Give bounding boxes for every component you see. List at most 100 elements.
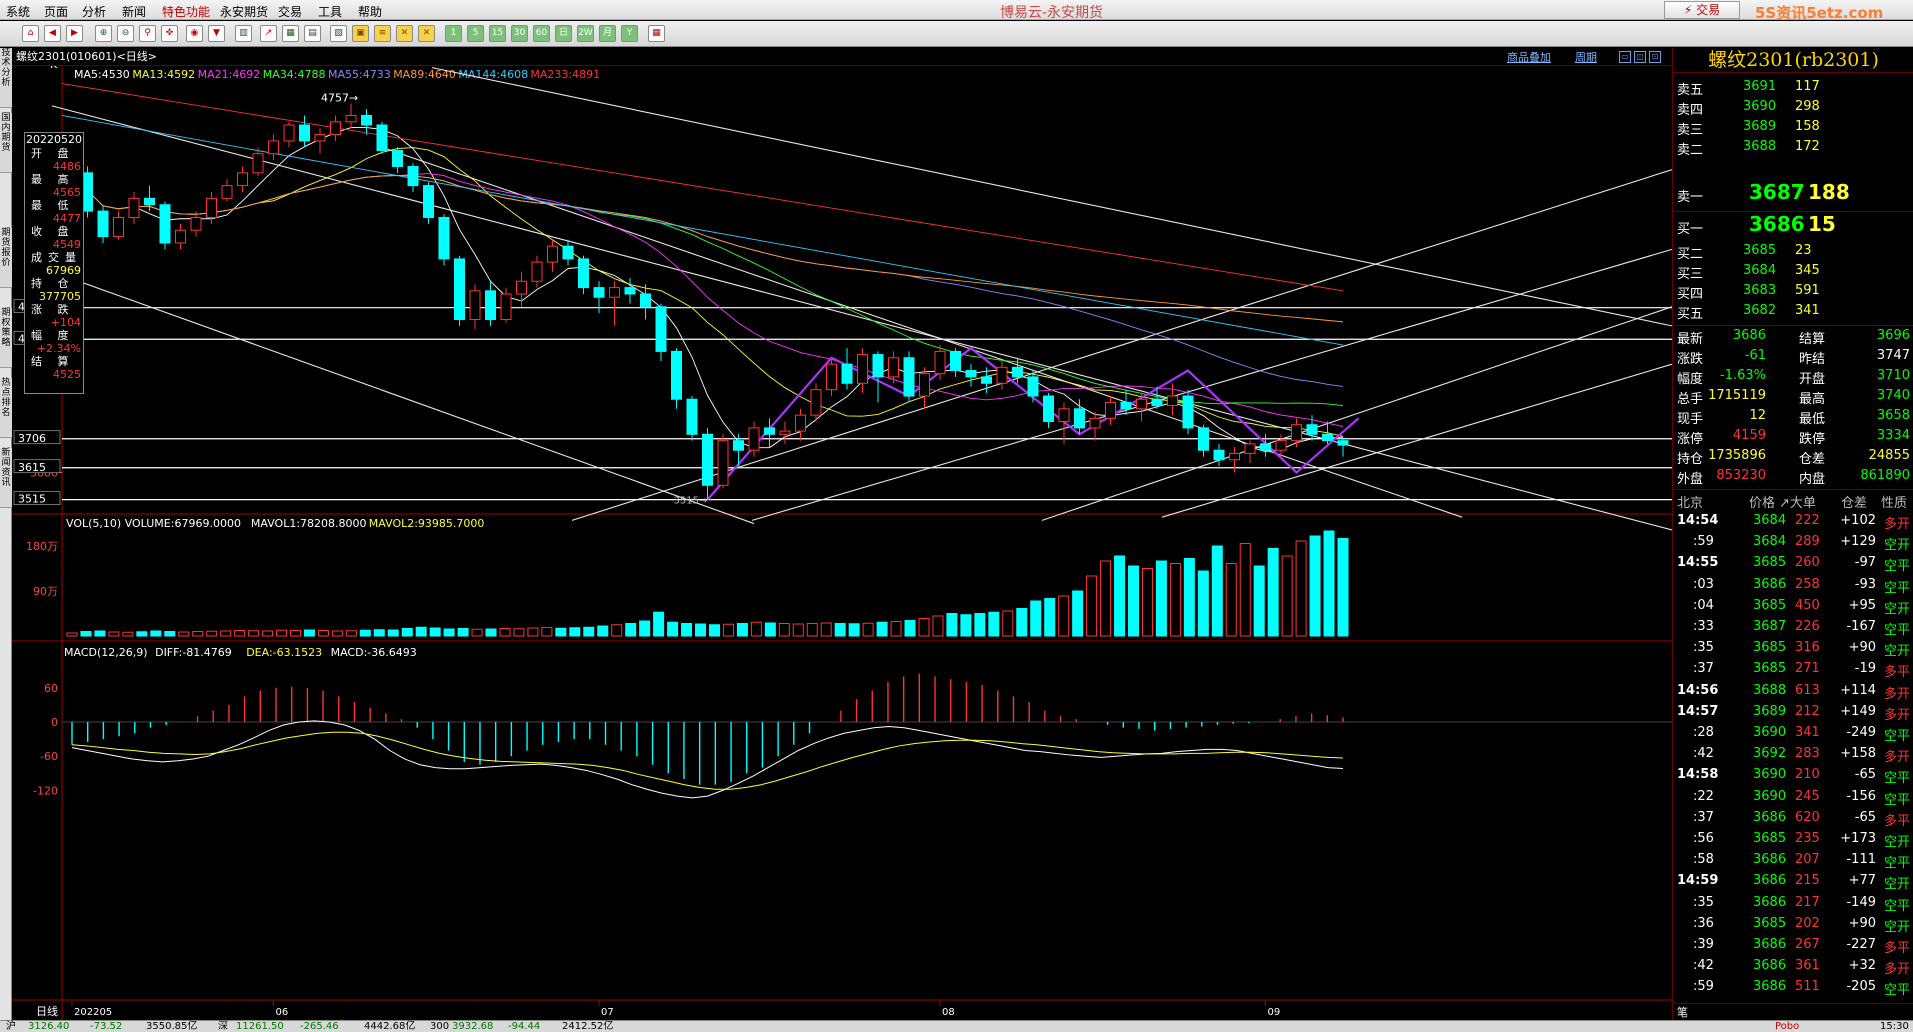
week-icon[interactable]: 2W	[577, 25, 594, 42]
side-tab-options[interactable]: 期权策略	[0, 308, 12, 368]
indicator-icon[interactable]: ◉	[186, 25, 203, 42]
back-icon[interactable]: ◀	[44, 25, 61, 42]
status-item: 3932.68	[452, 1021, 494, 1032]
period-1-icon[interactable]: 1	[445, 25, 462, 42]
tick-row[interactable]: :35 3685 316 +90 空开	[1673, 640, 1913, 660]
overlay-commodity-link[interactable]: 商品叠加	[1507, 49, 1551, 65]
collapse-icon[interactable]: ⊡	[1649, 51, 1661, 63]
menu-news[interactable]: 新闻	[122, 3, 146, 19]
tick-oi-change: +77	[1848, 873, 1876, 889]
grid-icon[interactable]: ▤	[304, 25, 321, 42]
menu-system[interactable]: 系统	[6, 3, 30, 19]
cross-icon[interactable]: ✕	[418, 25, 435, 42]
pin-icon[interactable]: ✜	[161, 25, 178, 42]
tick-row[interactable]: 14:54 3684 222 +102 多开	[1673, 513, 1913, 533]
period-30-icon[interactable]: 30	[511, 25, 528, 42]
line-chart-icon[interactable]: ↗	[260, 25, 277, 42]
trade-button[interactable]: ⚡ 交易	[1664, 1, 1740, 19]
candle-body	[531, 261, 543, 282]
chart-area[interactable]: 螺纹2301(010601)<日线> 商品叠加 周期 ▭ ◫ ⊡ K MA5:45…	[12, 48, 1672, 1020]
tick-row[interactable]: :28 3690 341 -249 空平	[1673, 725, 1913, 745]
tick-row[interactable]: :35 3686 217 -149 空平	[1673, 895, 1913, 915]
calculator-red-icon[interactable]: ▦	[648, 25, 665, 42]
stat-row[interactable]: 幅度 -1.63% 开盘 3710	[1673, 368, 1913, 388]
tick-row[interactable]: 14:55 3685 260 -97 空平	[1673, 555, 1913, 575]
bid-row[interactable]: 买一 3686 15	[1673, 212, 1913, 242]
ask-row[interactable]: 卖五 3691 117	[1673, 78, 1913, 98]
bid-row[interactable]: 买五 3682 341	[1673, 302, 1913, 322]
list-icon[interactable]: ≡	[374, 25, 391, 42]
stat-row[interactable]: 涨跌 -61 昨结 3747	[1673, 348, 1913, 368]
volume-bar	[303, 629, 315, 637]
tick-row[interactable]: :42 3692 283 +158 多开	[1673, 746, 1913, 766]
ask-row[interactable]: 卖四 3690 298	[1673, 98, 1913, 118]
stat-row[interactable]: 总手 1715119 最高 3740	[1673, 388, 1913, 408]
calendar-icon[interactable]: ▦	[282, 25, 299, 42]
bid-row[interactable]: 买四 3683 591	[1673, 282, 1913, 302]
tick-row[interactable]: 14:59 3686 215 +77 空开	[1673, 873, 1913, 893]
tick-row[interactable]: :59 3686 511 -205 空平	[1673, 979, 1913, 999]
period-60-icon[interactable]: 60	[533, 25, 550, 42]
kline-chart[interactable]: K MA5:4530MA13:4592MA21:4692MA34:4788MA55…	[12, 66, 1672, 1020]
menu-analysis[interactable]: 分析	[82, 3, 106, 19]
bid-row[interactable]: 买二 3685 23	[1673, 242, 1913, 262]
zoom-out-icon[interactable]: ⊖	[117, 25, 134, 42]
volume-bar	[1030, 600, 1042, 637]
stat-row[interactable]: 涨停 4159 跌停 3334	[1673, 428, 1913, 448]
tick-row[interactable]: :37 3686 620 -65 多平	[1673, 810, 1913, 830]
tick-row[interactable]: :56 3685 235 +173 空开	[1673, 831, 1913, 851]
menu-page[interactable]: 页面	[44, 3, 68, 19]
side-tab-domestic-futures[interactable]: 国内期货	[0, 113, 12, 173]
tick-row[interactable]: :58 3686 207 -111 空平	[1673, 852, 1913, 872]
tick-row[interactable]: 14:58 3690 210 -65 空平	[1673, 767, 1913, 787]
stat-row[interactable]: 外盘 853230 内盘 861890	[1673, 468, 1913, 488]
zoom-in-icon[interactable]: ⊕	[95, 25, 112, 42]
tick-row[interactable]: 14:56 3688 613 +114 多开	[1673, 683, 1913, 703]
tick-row[interactable]: :33 3687 226 -167 空平	[1673, 619, 1913, 639]
side-tab-technical[interactable]: 技术分析	[0, 48, 12, 108]
tick-row[interactable]: :22 3690 245 -156 空平	[1673, 789, 1913, 809]
pen-label[interactable]: 笔	[1677, 1004, 1688, 1020]
tick-row[interactable]: :39 3686 267 -227 多平	[1673, 937, 1913, 957]
home-icon[interactable]: ⌂	[22, 25, 39, 42]
tick-row[interactable]: 14:57 3689 212 +149 多开	[1673, 704, 1913, 724]
close-icon[interactable]: ✕	[396, 25, 413, 42]
search-icon[interactable]: ⚲	[139, 25, 156, 42]
side-tab-quotes[interactable]: 期货报价	[0, 228, 12, 288]
ask-row[interactable]: 卖一 3687 188	[1673, 180, 1913, 210]
ask-row[interactable]: 卖二 3688 172	[1673, 138, 1913, 158]
period-15-icon[interactable]: 15	[489, 25, 506, 42]
side-tab-hot-rank[interactable]: 热点排名	[0, 378, 12, 438]
menu-tools[interactable]: 工具	[318, 3, 342, 19]
candle-body	[113, 216, 124, 238]
tick-row[interactable]: :59 3684 289 +129 空开	[1673, 534, 1913, 554]
calculator-icon[interactable]: ▣	[352, 25, 369, 42]
table-icon[interactable]: ▧	[330, 25, 347, 42]
bar-chart-icon[interactable]: ▥	[235, 25, 252, 42]
month-icon[interactable]: 月	[599, 25, 616, 42]
restore-icon[interactable]: ▭	[1619, 51, 1631, 63]
bid-row[interactable]: 买三 3684 345	[1673, 262, 1913, 282]
tick-row[interactable]: :03 3686 258 -93 空平	[1673, 577, 1913, 597]
stat-row[interactable]: 持仓 1735896 仓差 24855	[1673, 448, 1913, 468]
tick-header-row[interactable]: 北京 价格 ↗大单 仓差 性质	[1673, 492, 1913, 512]
menu-yongan-futures[interactable]: 永安期货	[220, 3, 268, 19]
tick-row[interactable]: :36 3685 202 +90 空开	[1673, 916, 1913, 936]
year-icon[interactable]: Y	[621, 25, 638, 42]
tick-row[interactable]: :04 3685 450 +95 空开	[1673, 598, 1913, 618]
menu-features[interactable]: 特色功能	[162, 3, 210, 19]
expand-icon[interactable]: ◫	[1634, 51, 1646, 63]
menu-trade[interactable]: 交易	[278, 3, 302, 19]
stat-row[interactable]: 最新 3686 结算 3696	[1673, 328, 1913, 348]
menu-help[interactable]: 帮助	[358, 3, 382, 19]
side-tab-news[interactable]: 新闻资讯	[0, 448, 12, 508]
tick-row[interactable]: :37 3685 271 -19 多平	[1673, 661, 1913, 681]
stat-row[interactable]: 现手 12 最低 3658	[1673, 408, 1913, 428]
day-icon[interactable]: 日	[555, 25, 572, 42]
ask-row[interactable]: 卖三 3689 158	[1673, 118, 1913, 138]
tick-row[interactable]: :42 3686 361 +32 多开	[1673, 958, 1913, 978]
period-link[interactable]: 周期	[1575, 49, 1597, 65]
period-5-icon[interactable]: 5	[467, 25, 484, 42]
forward-icon[interactable]: ▶	[66, 25, 83, 42]
funnel-icon[interactable]: ▼	[208, 25, 225, 42]
